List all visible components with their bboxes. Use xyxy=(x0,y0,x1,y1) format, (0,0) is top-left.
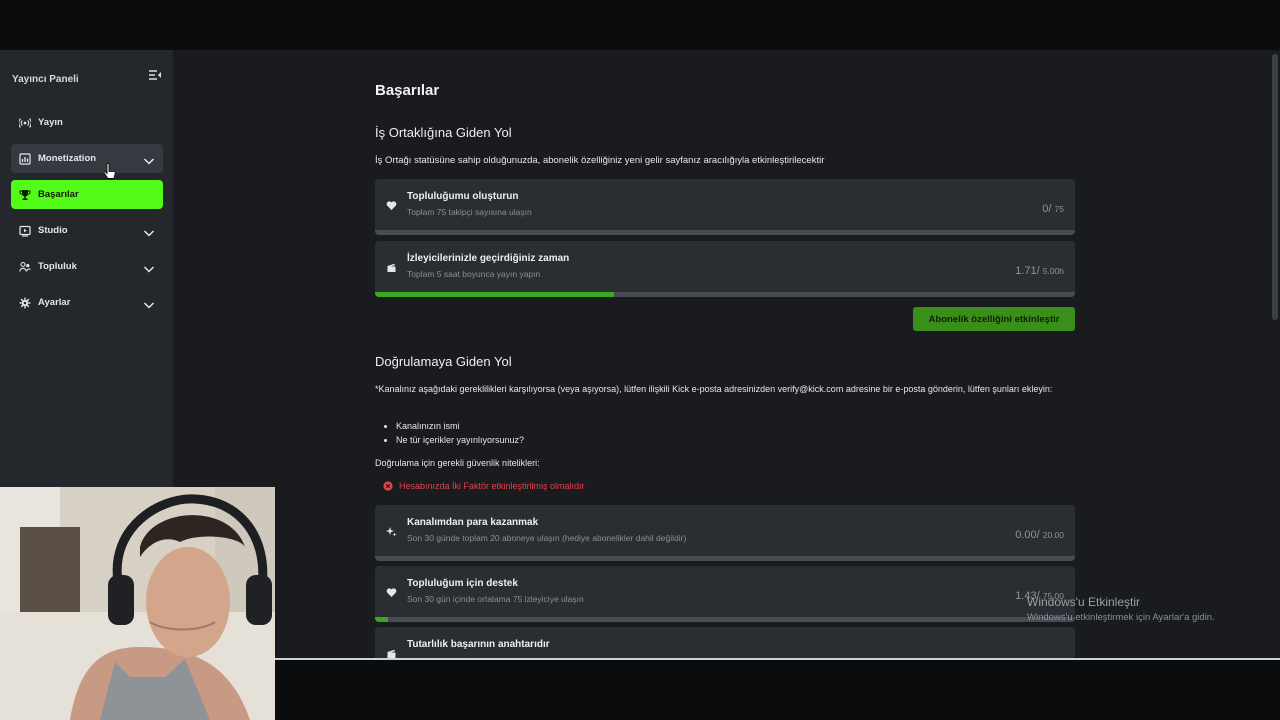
card-current-value: 1.71/ xyxy=(1015,265,1040,277)
chevron-down-icon xyxy=(143,297,155,309)
chevron-down-icon xyxy=(143,225,155,237)
verify-bullet-list: Kanalınızın ismi Ne tür içerikler yayınl… xyxy=(396,419,524,447)
card-current-value: 0/ xyxy=(1042,203,1052,215)
card-title: İzleyicilerinizle geçirdiğiniz zaman xyxy=(407,253,570,264)
partner-description: İş Ortağı statüsüne sahip olduğunuzda, a… xyxy=(375,155,825,166)
list-item: Kanalınızın ismi xyxy=(396,419,524,433)
card-subtitle: Son 30 gün içinde ortalama 75 izleyiciye… xyxy=(407,594,584,604)
card-target-value: 20.00 xyxy=(1042,530,1064,540)
error-circle-icon xyxy=(383,481,393,491)
chevron-down-icon xyxy=(143,153,155,165)
heart-icon xyxy=(386,585,397,597)
card-value: 1.71/ 5.00h xyxy=(1015,265,1064,277)
progress-track xyxy=(375,230,1075,235)
chevron-down-icon xyxy=(143,261,155,273)
sidebar-item-studio[interactable]: Studio xyxy=(11,216,163,245)
windows-activation-watermark: Windows'u Etkinleştir Windows'u etkinleş… xyxy=(1027,595,1215,623)
partner-section-title: İş Ortaklığına Giden Yol xyxy=(375,125,512,140)
card-current-value: 0.00/ xyxy=(1015,529,1040,541)
card-target-value: 5.00h xyxy=(1042,266,1064,276)
collapse-sidebar-icon[interactable] xyxy=(148,68,162,82)
achievement-card: Kanalımdan para kazanmak Son 30 günde to… xyxy=(375,505,1075,561)
page-scrollbar[interactable] xyxy=(1272,54,1278,320)
card-value: 0.00/ 20.00 xyxy=(1015,529,1064,541)
watermark-subtitle: Windows'u etkinleştirmek için Ayarlar'a … xyxy=(1027,612,1215,623)
card-title: Kanalımdan para kazanmak xyxy=(407,517,539,528)
card-subtitle: Son 30 günde toplam 20 aboneye ulaşın (h… xyxy=(407,533,687,543)
sidebar-item-label: Monetization xyxy=(38,153,97,164)
progress-fill xyxy=(375,292,615,297)
broadcast-icon xyxy=(19,117,31,129)
webcam-overlay xyxy=(0,487,275,720)
sidebar-nav: Yayın Monetization Başarılar Studio Topl… xyxy=(11,108,163,324)
sidebar-item-yayin[interactable]: Yayın xyxy=(11,108,163,137)
sparkle-icon xyxy=(386,524,397,537)
progress-fill xyxy=(375,617,389,622)
card-title: Topluluğumu oluşturun xyxy=(407,191,519,202)
sidebar-item-basarilar[interactable]: Başarılar xyxy=(11,180,163,209)
verify-section-title: Doğrulamaya Giden Yol xyxy=(375,354,512,369)
heart-icon xyxy=(386,198,397,210)
sidebar-header: Yayıncı Paneli xyxy=(12,68,162,85)
trophy-icon xyxy=(19,189,31,201)
sidebar-item-label: Studio xyxy=(38,225,68,236)
chart-icon xyxy=(19,152,31,165)
watermark-title: Windows'u Etkinleştir xyxy=(1027,595,1140,609)
progress-track xyxy=(375,292,1075,297)
card-subtitle: Toplam 5 saat boyunca yayın yapın xyxy=(407,269,541,279)
clapperboard-icon xyxy=(386,260,397,272)
progress-track xyxy=(375,617,1075,622)
sidebar-item-ayarlar[interactable]: Ayarlar xyxy=(11,288,163,317)
sidebar-item-label: Topluluk xyxy=(38,261,77,272)
achievement-card: Tutarlılık başarının anahtarıdır xyxy=(375,627,1075,658)
sidebar-title: Yayıncı Paneli xyxy=(12,74,79,85)
sidebar-item-monetization[interactable]: Monetization xyxy=(11,144,163,173)
sidebar-item-topluluk[interactable]: Topluluk xyxy=(11,252,163,281)
progress-track xyxy=(375,556,1075,561)
achievement-card: Topluluğumu oluşturun Toplam 75 takipçi … xyxy=(375,179,1075,235)
card-target-value: 75 xyxy=(1054,204,1064,214)
sidebar-item-label: Başarılar xyxy=(38,189,79,200)
verify-instructions: *Kanalınız aşağıdaki gereklilikleri karş… xyxy=(375,384,1053,394)
page-title: Başarılar xyxy=(375,82,440,99)
list-item: Ne tür içerikler yayınlıyorsunuz? xyxy=(396,433,524,447)
sidebar-item-label: Yayın xyxy=(38,117,63,128)
two-factor-error: Hesabınızda İki Faktör etkinleştirilmiş … xyxy=(383,481,585,491)
sidebar-item-label: Ayarlar xyxy=(38,297,71,308)
error-text: Hesabınızda İki Faktör etkinleştirilmiş … xyxy=(399,481,585,491)
card-subtitle: Toplam 75 takipçi sayısına ulaşın xyxy=(407,207,532,217)
top-black-bar xyxy=(0,0,1280,50)
achievement-card: Topluluğum için destek Son 30 gün içinde… xyxy=(375,566,1075,622)
gear-icon xyxy=(19,297,31,309)
users-icon xyxy=(19,261,31,273)
clapperboard-icon xyxy=(386,646,397,658)
card-title: Topluluğum için destek xyxy=(407,578,518,589)
hand-pointer-icon xyxy=(103,163,116,181)
requirements-title: Doğrulama için gerekli güvenlik nitelikl… xyxy=(375,458,540,468)
card-value: 0/ 75 xyxy=(1042,203,1064,215)
video-icon xyxy=(19,225,31,237)
activate-subscription-button[interactable]: Abonelik özelliğini etkinleştir xyxy=(913,307,1075,331)
achievement-card: İzleyicilerinizle geçirdiğiniz zaman Top… xyxy=(375,241,1075,297)
card-title: Tutarlılık başarının anahtarıdır xyxy=(407,639,550,650)
